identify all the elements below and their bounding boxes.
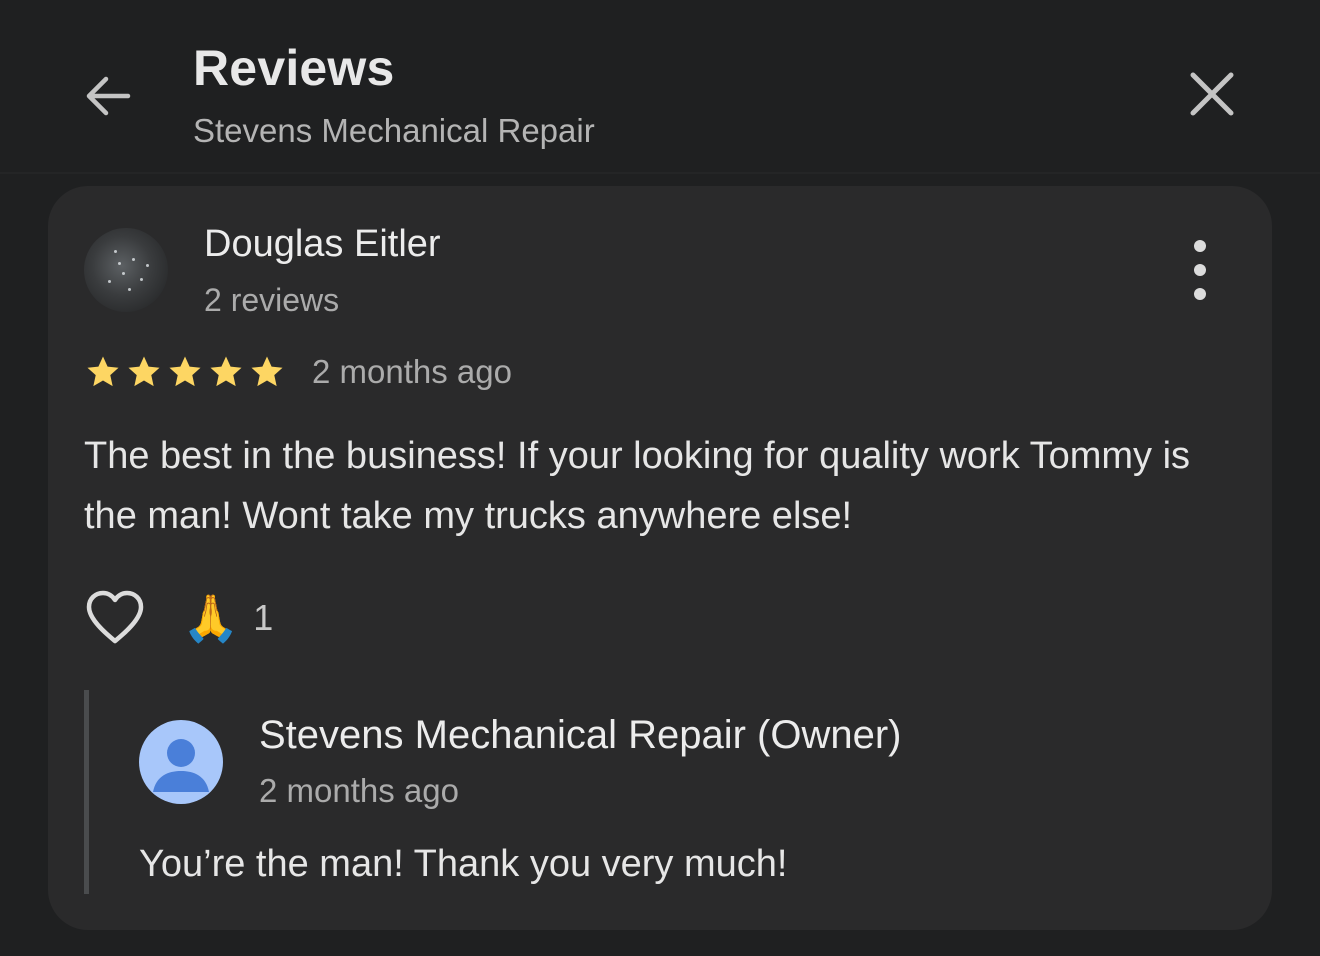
- reviews-screen: Reviews Stevens Mechanical Repair Dougla…: [0, 0, 1320, 956]
- more-vert-icon-dot: [1194, 240, 1206, 252]
- person-avatar-icon: [139, 720, 223, 804]
- owner-name: Stevens Mechanical Repair (Owner): [259, 713, 902, 757]
- reaction-count: 1: [253, 597, 274, 638]
- owner-response-date: 2 months ago: [259, 772, 459, 809]
- owner-response: Stevens Mechanical Repair (Owner) 2 mont…: [84, 690, 1239, 894]
- more-vert-icon-dot: [1194, 264, 1206, 276]
- header: Reviews Stevens Mechanical Repair: [0, 0, 1320, 174]
- arrow-back-icon: [86, 76, 131, 116]
- star-icon: [210, 356, 242, 387]
- reaction-chip[interactable]: 🙏 1: [182, 590, 273, 646]
- more-options-button[interactable]: [1176, 240, 1224, 300]
- star-rating: [84, 352, 289, 392]
- star-icon: [251, 356, 283, 387]
- close-button[interactable]: [1180, 62, 1244, 126]
- review-date: 2 months ago: [312, 353, 512, 390]
- review-card: Douglas Eitler 2 reviews 2 months ago Th…: [48, 186, 1272, 930]
- star-icon: [128, 356, 160, 387]
- close-icon: [1190, 72, 1234, 116]
- back-button[interactable]: [78, 66, 138, 126]
- heart-outline-icon: [86, 590, 144, 644]
- like-button[interactable]: [82, 586, 148, 648]
- more-vert-icon-dot: [1194, 288, 1206, 300]
- star-icon: [169, 356, 201, 387]
- owner-response-text: You’re the man! Thank you very much!: [139, 843, 788, 885]
- page-title: Reviews: [193, 40, 395, 96]
- reviewer-review-count: 2 reviews: [204, 282, 340, 318]
- reviewer-name[interactable]: Douglas Eitler: [204, 220, 441, 268]
- reviewer-avatar[interactable]: [84, 228, 168, 312]
- business-name: Stevens Mechanical Repair: [193, 112, 595, 149]
- folded-hands-icon: 🙏: [182, 592, 240, 644]
- review-text: The best in the business! If your lookin…: [84, 435, 1191, 537]
- star-icon: [87, 356, 119, 387]
